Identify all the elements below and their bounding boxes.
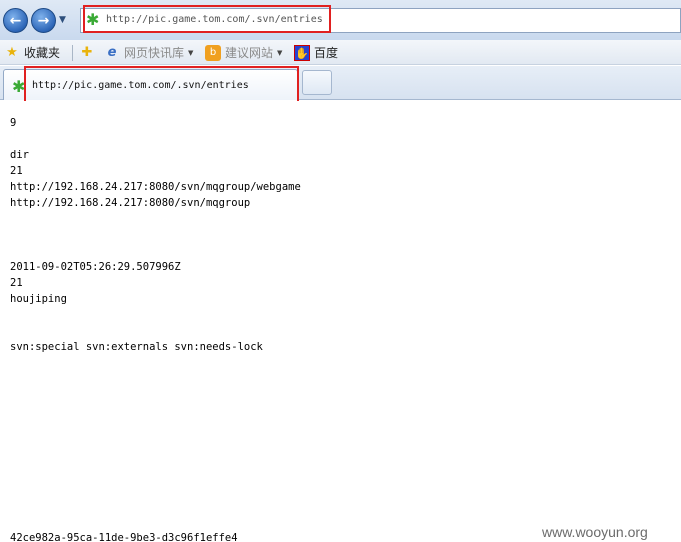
entries-line: 9 [10, 117, 17, 129]
entries-line: houjiping [10, 293, 67, 305]
favorites-label: 收藏夹 [24, 46, 61, 60]
back-button[interactable]: ← [3, 8, 28, 33]
suggested-sites-icon: b [205, 44, 221, 61]
entries-line: http://192.168.24.217:8080/svn/mqgroup [10, 197, 251, 209]
entries-line: 42ce982a-95ca-11de-9be3-d3c96f1effe4 [10, 532, 238, 542]
back-arrow-icon: ← [9, 12, 22, 29]
entries-line: dir [10, 149, 29, 161]
suggested-sites-button[interactable]: b 建议网站 ▼ [205, 44, 282, 61]
recent-pages-dropdown[interactable]: ▼ [59, 15, 66, 25]
favorites-bar: ★ 收藏夹 ✚ e 网页快讯库 ▼ b 建议网站 ▼ ✋ 百度 [0, 40, 681, 65]
add-favorite-star-icon: ✚ [81, 44, 93, 60]
webslice-gallery-button[interactable]: e 网页快讯库 ▼ [104, 44, 194, 61]
entries-line: svn:special svn:externals svn:needs-lock [10, 341, 263, 353]
entries-line: 21 [10, 165, 23, 177]
chevron-down-icon: ▼ [188, 48, 194, 57]
baidu-paw-icon: ✋ [294, 44, 310, 61]
entries-line: 2011-09-02T05:26:29.507996Z [10, 261, 181, 273]
webslice-label: 网页快讯库 [124, 46, 185, 60]
favorites-button[interactable]: ★ 收藏夹 [4, 44, 60, 61]
favorites-separator [72, 45, 73, 61]
watermark: www.wooyun.org [542, 524, 648, 540]
forward-arrow-icon: → [37, 12, 50, 29]
new-tab-button[interactable] [302, 70, 332, 95]
baidu-label: 百度 [314, 46, 339, 60]
star-icon: ★ [6, 44, 18, 60]
ie-icon: e [107, 44, 117, 60]
suggested-sites-label: 建议网站 [225, 46, 274, 60]
baidu-link[interactable]: ✋ 百度 [294, 44, 338, 61]
entries-line: http://192.168.24.217:8080/svn/mqgroup/w… [10, 181, 301, 193]
forward-button[interactable]: → [31, 8, 56, 33]
address-highlight-box [83, 5, 331, 33]
chevron-down-icon: ▼ [277, 48, 283, 57]
add-to-favorites-button[interactable]: ✚ [80, 44, 98, 61]
page-content [0, 101, 681, 542]
entries-line: 21 [10, 277, 23, 289]
